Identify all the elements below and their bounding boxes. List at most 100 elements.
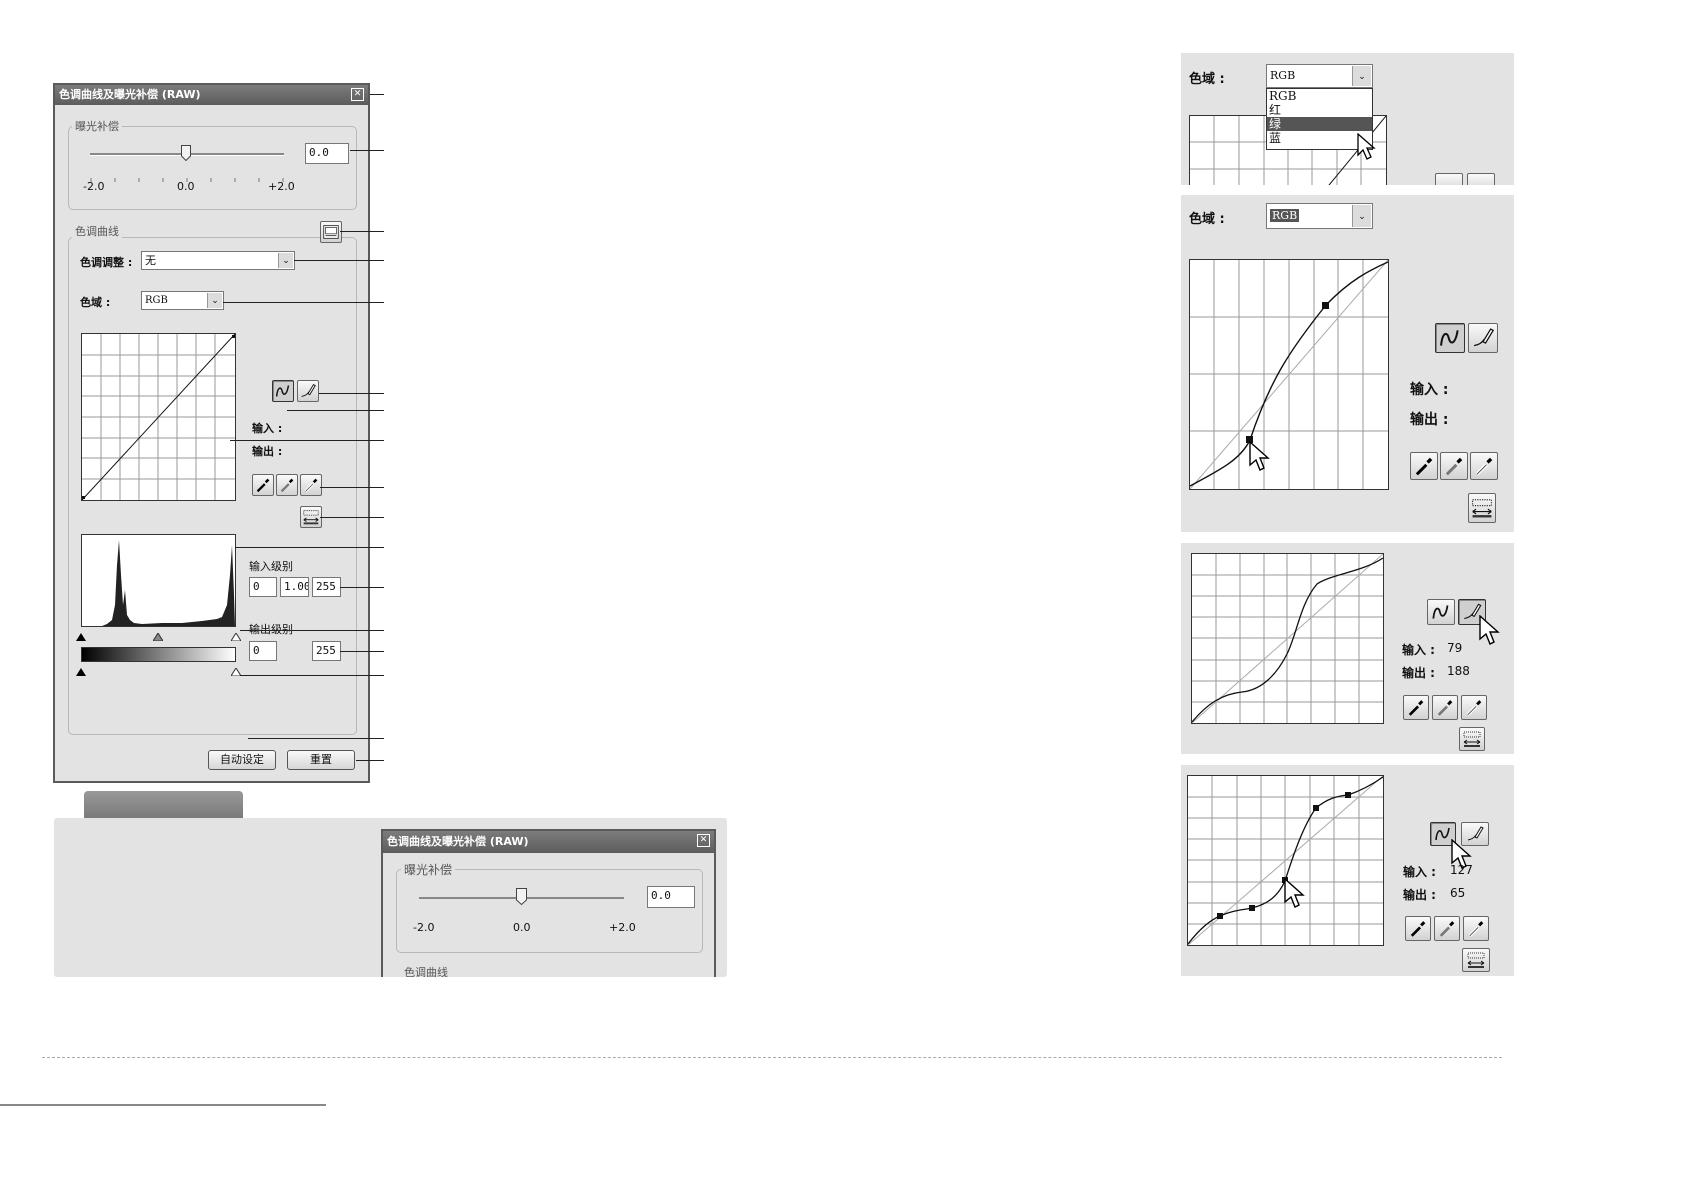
panel1-channel-label: 色域 : xyxy=(1189,72,1225,87)
panel4-black-eyedropper[interactable] xyxy=(1405,916,1431,941)
panel2-input-label: 输入 : xyxy=(1410,382,1449,398)
panel3-apply-levels-button[interactable] xyxy=(1459,727,1485,751)
curve-tool-icon xyxy=(275,385,290,397)
panel1-pencil-button[interactable] xyxy=(1467,173,1495,185)
panel3-input-label: 输入 : xyxy=(1402,643,1435,657)
panel3-white-eyedropper[interactable] xyxy=(1461,695,1487,720)
input-black-field[interactable]: 0 xyxy=(249,577,277,597)
panel4-output-value: 65 xyxy=(1450,886,1466,900)
output-white-field[interactable]: 255 xyxy=(312,641,341,661)
panel1-apply-levels-button[interactable] xyxy=(1435,173,1463,185)
panel2-curve-tool-button[interactable] xyxy=(1435,323,1465,353)
save-curve-button[interactable] xyxy=(320,221,342,243)
black-eyedropper-icon xyxy=(1410,921,1426,937)
panel4-curve-plot[interactable] xyxy=(1187,775,1384,946)
channel-label: 色域 : xyxy=(80,296,111,309)
panel2-black-eyedropper[interactable] xyxy=(1410,452,1438,480)
panel3-black-eyedropper[interactable] xyxy=(1403,695,1429,720)
input-white-field[interactable]: 255 xyxy=(312,577,341,597)
auto-setting-button[interactable]: 自动设定 xyxy=(208,750,276,770)
close-icon[interactable]: ✕ xyxy=(697,834,710,847)
white-eyedropper-icon xyxy=(1466,700,1482,716)
panel3-input-value: 79 xyxy=(1447,641,1463,655)
apply-levels-icon xyxy=(1467,952,1485,968)
panel2-gray-eyedropper[interactable] xyxy=(1440,452,1468,480)
panel2-output-label: 输出 : xyxy=(1410,412,1449,428)
output-black-field[interactable]: 0 xyxy=(249,641,277,661)
input-gamma-slider[interactable] xyxy=(152,626,164,645)
exposure-value-field[interactable]: 0.0 xyxy=(305,143,349,164)
dropdown-arrow-icon: ⌄ xyxy=(1352,205,1371,227)
dropdown-arrow-icon: ⌄ xyxy=(278,253,293,268)
panel3-curve-tool-button[interactable] xyxy=(1427,599,1455,625)
pencil-tool-icon xyxy=(1473,328,1495,347)
gray-point-eyedropper[interactable] xyxy=(276,474,298,496)
panel4-input-value: 127 xyxy=(1450,863,1473,877)
menu-item-red[interactable]: 红 xyxy=(1267,103,1372,117)
output-label: 输出 : xyxy=(252,445,283,458)
save-curve-icon xyxy=(323,225,339,239)
exposure-tick-min: -2.0 xyxy=(83,180,105,193)
preview-slider-handle[interactable] xyxy=(516,888,527,909)
preview-partial-group-title: 色调曲线 xyxy=(401,964,451,977)
panel1-channel-value: RGB xyxy=(1270,69,1296,82)
preview-panel: 色调曲线及曝光补偿 (RAW) ✕ 曝光补偿 -2.0 0.0 +2.0 0.0… xyxy=(54,818,727,977)
dropdown-arrow-icon: ⌄ xyxy=(1352,66,1371,86)
panel2-curve-plot[interactable] xyxy=(1189,259,1389,490)
preview-value-field[interactable]: 0.0 xyxy=(647,886,695,908)
curve-tool-button[interactable] xyxy=(272,380,294,402)
reset-button[interactable]: 重置 xyxy=(287,750,355,770)
menu-item-rgb[interactable]: RGB xyxy=(1267,89,1372,103)
output-levels-label: 输出级别 xyxy=(249,623,293,636)
panel2-channel-select[interactable]: RGB ⌄ xyxy=(1266,203,1373,229)
panel2-channel-label: 色域 : xyxy=(1189,212,1225,227)
menu-item-green[interactable]: 绿 xyxy=(1267,117,1372,131)
tone-curve-dialog: 色调曲线及曝光补偿 (RAW) ✕ 曝光补偿 -2.0 0.0 +2.0 0.0… xyxy=(53,83,370,783)
input-black-slider[interactable] xyxy=(76,626,86,645)
panel-points: 输入 : 127 输出 : 65 xyxy=(1181,765,1514,976)
channel-select[interactable]: RGB ⌄ xyxy=(141,291,224,310)
tone-adjust-select[interactable]: 无 ⌄ xyxy=(141,251,295,270)
pencil-tool-button[interactable] xyxy=(297,380,319,402)
input-gamma-field[interactable]: 1.00 xyxy=(280,577,309,597)
output-white-slider[interactable] xyxy=(230,661,242,680)
black-point-eyedropper[interactable] xyxy=(252,474,274,496)
histogram xyxy=(81,534,236,627)
apply-levels-button[interactable] xyxy=(300,506,322,528)
dialog-title-bar[interactable]: 色调曲线及曝光补偿 (RAW) ✕ xyxy=(55,85,368,105)
tone-adjust-label: 色调调整 : xyxy=(80,256,133,269)
pencil-tool-icon xyxy=(301,384,316,397)
black-eyedropper-icon xyxy=(1408,700,1424,716)
output-black-slider[interactable] xyxy=(76,661,86,680)
curve-grid xyxy=(81,333,236,501)
histogram-graph xyxy=(82,540,235,626)
preview-tick-mid: 0.0 xyxy=(513,921,531,934)
tone-adjust-value: 无 xyxy=(145,254,156,267)
panel2-white-eyedropper[interactable] xyxy=(1470,452,1498,480)
gray-eyedropper-icon xyxy=(1437,700,1453,716)
panel4-input-label: 输入 : xyxy=(1403,865,1436,879)
preview-title: 色调曲线及曝光补偿 (RAW) xyxy=(387,835,529,848)
input-white-slider[interactable] xyxy=(230,626,242,645)
preview-title-bar[interactable]: 色调曲线及曝光补偿 (RAW) ✕ xyxy=(383,831,714,853)
panel2-apply-levels-button[interactable] xyxy=(1468,493,1496,523)
panel3-curve-plot[interactable] xyxy=(1191,553,1384,724)
tone-curve-plot[interactable] xyxy=(81,333,236,501)
panel3-gray-eyedropper[interactable] xyxy=(1432,695,1458,720)
exposure-slider-handle[interactable] xyxy=(181,145,191,162)
panel4-gray-eyedropper[interactable] xyxy=(1434,916,1460,941)
tone-curve-group-title: 色调曲线 xyxy=(72,223,122,239)
section-tab xyxy=(84,791,243,818)
panel4-apply-levels-button[interactable] xyxy=(1462,948,1490,972)
white-point-eyedropper[interactable] xyxy=(300,474,322,496)
panel1-channel-select[interactable]: RGB ⌄ xyxy=(1266,64,1373,88)
close-icon[interactable]: ✕ xyxy=(351,88,364,101)
panel4-output-label: 输出 : xyxy=(1403,888,1436,902)
panel3-output-value: 188 xyxy=(1447,664,1470,678)
exposure-tick-marks xyxy=(90,167,284,182)
panel2-pencil-tool-button[interactable] xyxy=(1468,323,1498,353)
exposure-group-title: 曝光补偿 xyxy=(72,118,122,134)
panel-curve: 色域 : RGB ⌄ 输入 : 输出 : xyxy=(1181,195,1514,532)
curve-tool-icon xyxy=(1440,330,1459,346)
panel4-white-eyedropper[interactable] xyxy=(1463,916,1489,941)
